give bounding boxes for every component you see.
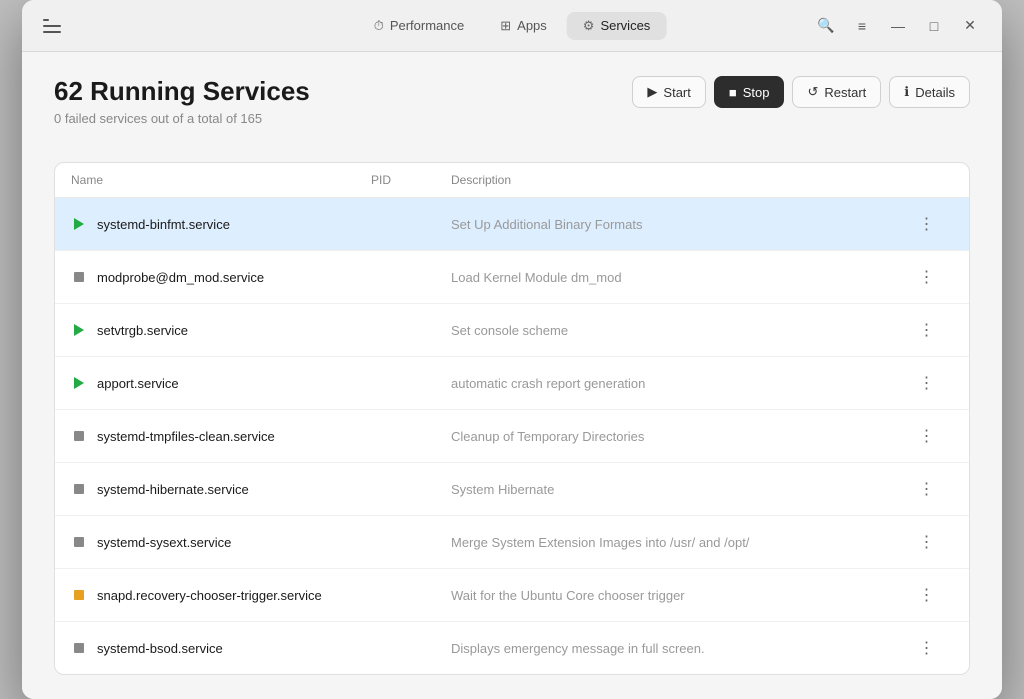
- col-actions: [913, 173, 953, 187]
- menu-button[interactable]: ≡: [846, 10, 878, 42]
- more-button[interactable]: ⋮: [913, 316, 941, 344]
- waiting-icon: [71, 587, 87, 603]
- titlebar: ⏱ Performance ⊞ Apps ⚙ Services 🔍 ≡ — □ …: [22, 0, 1002, 52]
- tab-performance-label: Performance: [390, 18, 464, 33]
- col-pid: PID: [371, 173, 451, 187]
- service-name-cell: systemd-binfmt.service: [71, 216, 371, 232]
- service-name: snapd.recovery-chooser-trigger.service: [97, 588, 322, 603]
- service-description: automatic crash report generation: [451, 376, 913, 391]
- service-description: Set Up Additional Binary Formats: [451, 217, 913, 232]
- service-name: systemd-tmpfiles-clean.service: [97, 429, 275, 444]
- table-row[interactable]: setvtrgb.service Set console scheme ⋮: [55, 304, 969, 357]
- service-description: Displays emergency message in full scree…: [451, 641, 913, 656]
- stopped-icon: [71, 428, 87, 444]
- table-row[interactable]: systemd-tmpfiles-clean.service Cleanup o…: [55, 410, 969, 463]
- main-window: ⏱ Performance ⊞ Apps ⚙ Services 🔍 ≡ — □ …: [22, 0, 1002, 699]
- toolbar: ▶ Start ■ Stop ↺ Restart ℹ Details: [632, 76, 970, 108]
- service-name-cell: snapd.recovery-chooser-trigger.service: [71, 587, 371, 603]
- service-name: apport.service: [97, 376, 179, 391]
- restart-button[interactable]: ↺ Restart: [792, 76, 881, 108]
- service-name-cell: modprobe@dm_mod.service: [71, 269, 371, 285]
- tab-services-label: Services: [600, 18, 650, 33]
- nav-tabs: ⏱ Performance ⊞ Apps ⚙ Services: [358, 12, 667, 40]
- service-name-cell: apport.service: [71, 375, 371, 391]
- service-name-cell: systemd-tmpfiles-clean.service: [71, 428, 371, 444]
- service-name-cell: systemd-bsod.service: [71, 640, 371, 656]
- table-header: Name PID Description: [55, 163, 969, 198]
- col-name: Name: [71, 173, 371, 187]
- col-description: Description: [451, 173, 913, 187]
- more-button[interactable]: ⋮: [913, 581, 941, 609]
- stop-icon: ■: [729, 85, 737, 100]
- table-row[interactable]: systemd-binfmt.service Set Up Additional…: [55, 198, 969, 251]
- service-description: Cleanup of Temporary Directories: [451, 429, 913, 444]
- apps-icon: ⊞: [500, 18, 511, 34]
- service-name: systemd-binfmt.service: [97, 217, 230, 232]
- page-subtitle: 0 failed services out of a total of 165: [54, 111, 310, 126]
- start-icon: ▶: [647, 84, 657, 100]
- service-description: System Hibernate: [451, 482, 913, 497]
- more-button[interactable]: ⋮: [913, 475, 941, 503]
- start-button[interactable]: ▶ Start: [632, 76, 705, 108]
- maximize-button[interactable]: □: [918, 10, 950, 42]
- tab-apps-label: Apps: [517, 18, 547, 33]
- performance-icon: ⏱: [374, 18, 384, 34]
- stop-button[interactable]: ■ Stop: [714, 76, 785, 108]
- page-header: 62 Running Services 0 failed services ou…: [54, 76, 310, 126]
- restart-icon: ↺: [807, 84, 818, 100]
- more-button[interactable]: ⋮: [913, 369, 941, 397]
- services-icon: ⚙: [583, 18, 595, 34]
- table-row[interactable]: modprobe@dm_mod.service Load Kernel Modu…: [55, 251, 969, 304]
- table-row[interactable]: snapd.recovery-chooser-trigger.service W…: [55, 569, 969, 622]
- page-title: 62 Running Services: [54, 76, 310, 107]
- service-name: systemd-hibernate.service: [97, 482, 249, 497]
- service-name: modprobe@dm_mod.service: [97, 270, 264, 285]
- minimize-button[interactable]: —: [882, 10, 914, 42]
- more-button[interactable]: ⋮: [913, 528, 941, 556]
- services-table: Name PID Description systemd-binfmt.serv…: [54, 162, 970, 675]
- service-name-cell: systemd-sysext.service: [71, 534, 371, 550]
- tab-services[interactable]: ⚙ Services: [567, 12, 667, 40]
- restart-label: Restart: [824, 85, 866, 100]
- details-label: Details: [915, 85, 955, 100]
- search-button[interactable]: 🔍: [810, 10, 842, 42]
- details-icon: ℹ: [904, 84, 909, 100]
- table-row[interactable]: systemd-hibernate.service System Hiberna…: [55, 463, 969, 516]
- table-row[interactable]: systemd-sysext.service Merge System Exte…: [55, 516, 969, 569]
- close-button[interactable]: ✕: [954, 10, 986, 42]
- stopped-icon: [71, 640, 87, 656]
- service-name: systemd-sysext.service: [97, 535, 231, 550]
- details-button[interactable]: ℹ Details: [889, 76, 970, 108]
- stopped-icon: [71, 534, 87, 550]
- service-name-cell: setvtrgb.service: [71, 322, 371, 338]
- running-icon: [71, 322, 87, 338]
- table-row[interactable]: apport.service automatic crash report ge…: [55, 357, 969, 410]
- more-button[interactable]: ⋮: [913, 422, 941, 450]
- more-button[interactable]: ⋮: [913, 634, 941, 662]
- start-label: Start: [663, 85, 690, 100]
- table-row[interactable]: systemd-bsod.service Displays emergency …: [55, 622, 969, 674]
- stopped-icon: [71, 269, 87, 285]
- stop-label: Stop: [743, 85, 770, 100]
- service-description: Merge System Extension Images into /usr/…: [451, 535, 913, 550]
- service-name: systemd-bsod.service: [97, 641, 223, 656]
- tab-performance[interactable]: ⏱ Performance: [358, 12, 481, 40]
- sidebar-icon: [43, 19, 61, 33]
- service-description: Wait for the Ubuntu Core chooser trigger: [451, 588, 913, 603]
- sidebar-toggle-button[interactable]: [38, 12, 66, 40]
- titlebar-actions: 🔍 ≡ — □ ✕: [810, 10, 986, 42]
- stopped-icon: [71, 481, 87, 497]
- running-icon: [71, 216, 87, 232]
- service-description: Load Kernel Module dm_mod: [451, 270, 913, 285]
- more-button[interactable]: ⋮: [913, 263, 941, 291]
- running-icon: [71, 375, 87, 391]
- main-content: 62 Running Services 0 failed services ou…: [22, 52, 1002, 699]
- service-name: setvtrgb.service: [97, 323, 188, 338]
- tab-apps[interactable]: ⊞ Apps: [484, 12, 563, 40]
- service-name-cell: systemd-hibernate.service: [71, 481, 371, 497]
- more-button[interactable]: ⋮: [913, 210, 941, 238]
- service-description: Set console scheme: [451, 323, 913, 338]
